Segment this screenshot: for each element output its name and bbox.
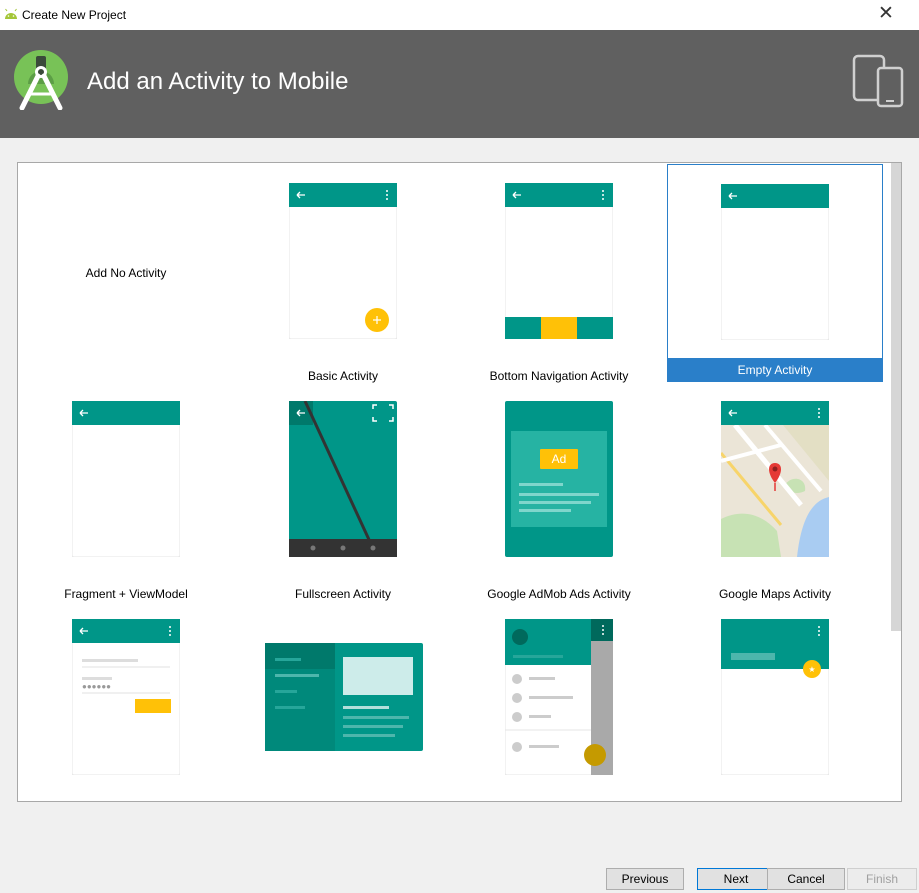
activity-tile-master-detail[interactable] [235,599,451,801]
android-icon [5,8,17,19]
basic-activity-thumbnail [289,183,397,339]
page-title: Add an Activity to Mobile [87,68,349,95]
wizard-header: Add an Activity to Mobile [0,30,919,138]
activity-label: Add No Activity [85,266,167,280]
window-title: Create New Project [22,8,127,22]
ad-badge: Ad [552,452,567,466]
next-button[interactable]: Next [697,868,775,890]
master-detail-thumbnail [265,643,423,751]
empty-activity-thumbnail [721,184,829,340]
activity-tile-basic[interactable]: Basic Activity [235,163,451,383]
activity-tile-fullscreen[interactable]: Fullscreen Activity [235,381,451,601]
gallery-scrollbar[interactable] [891,163,901,631]
activity-tile-fragment-viewmodel[interactable]: Fragment + ViewModel [18,381,234,601]
svg-text:●●●●●●: ●●●●●● [82,682,111,691]
activity-tile-admob[interactable]: Ad Google AdMob Ads Activity [451,381,667,601]
window-titlebar: Create New Project ✕ [0,0,919,30]
navigation-drawer-thumbnail [505,619,613,775]
svg-text:★: ★ [808,665,815,674]
activity-label-selected: Empty Activity [667,358,883,382]
activity-tile-login[interactable]: ●●●●●● [18,599,234,801]
activity-tile-bottom-navigation[interactable]: Bottom Navigation Activity [451,163,667,383]
google-maps-thumbnail [721,401,829,557]
fragment-viewmodel-thumbnail [72,401,180,557]
login-activity-thumbnail: ●●●●●● [72,619,180,775]
activity-tile-google-maps[interactable]: Google Maps Activity [667,381,883,601]
activity-tile-empty[interactable]: Empty Activity [667,164,883,382]
activity-tile-add-no-activity[interactable]: Add No Activity [18,163,234,381]
close-icon[interactable]: ✕ [874,2,898,26]
cancel-button[interactable]: Cancel [767,868,845,890]
finish-button: Finish [847,868,917,890]
fullscreen-activity-thumbnail [289,401,397,557]
activity-tile-navigation-drawer[interactable] [451,599,667,801]
android-studio-logo [14,50,68,110]
activity-tile-scrolling[interactable]: ★ [667,599,883,801]
scrolling-activity-thumbnail: ★ [721,619,829,775]
activity-gallery: Add No Activity Basic Activity Bottom Na… [17,162,902,802]
previous-button[interactable]: Previous [606,868,684,890]
devices-icon [852,54,904,108]
bottom-navigation-thumbnail [505,183,613,339]
admob-activity-thumbnail: Ad [505,401,613,557]
